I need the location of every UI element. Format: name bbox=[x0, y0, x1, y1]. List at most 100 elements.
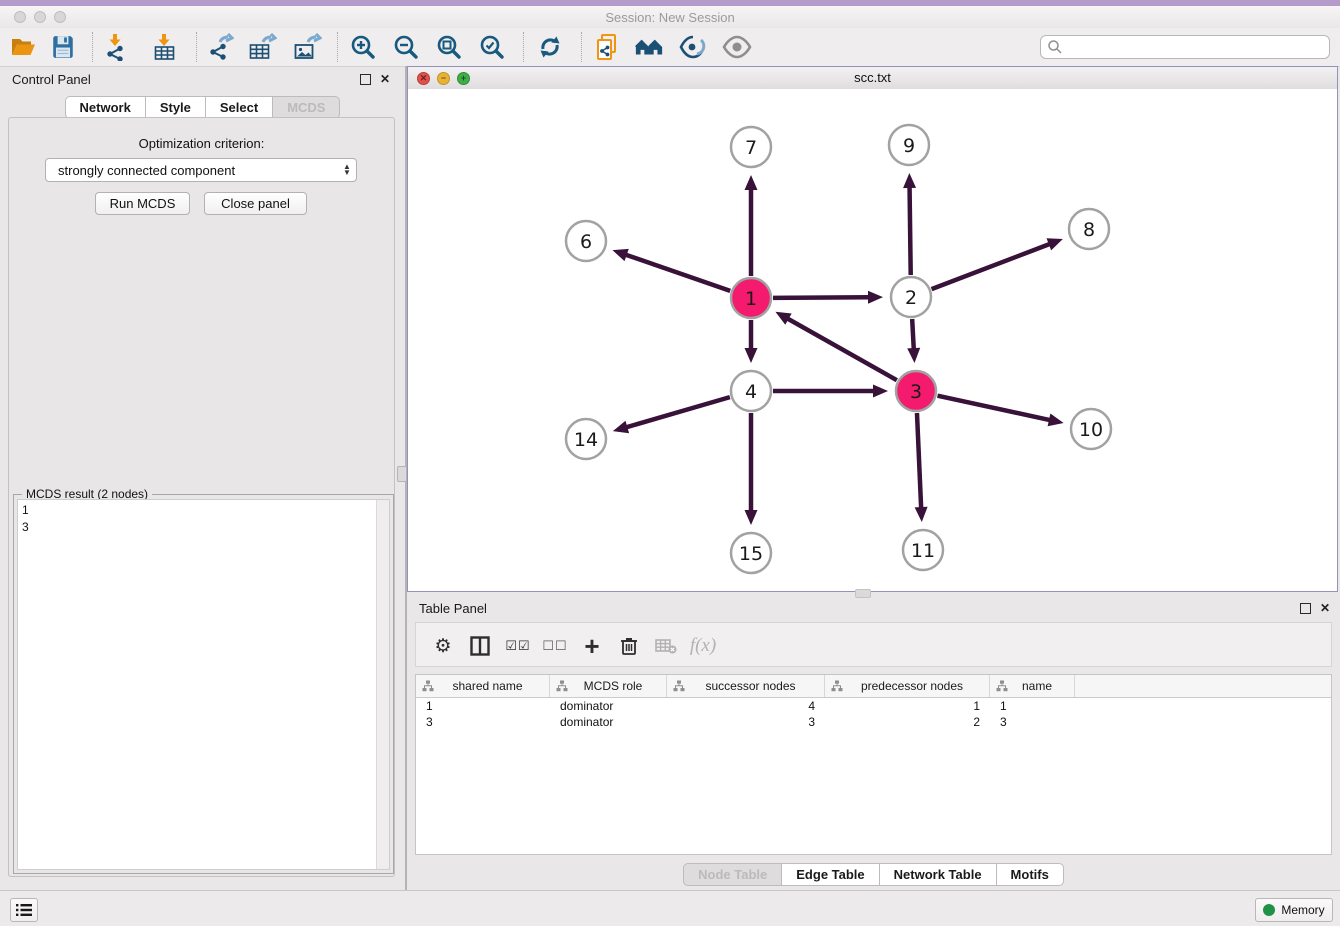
edge-2-to-8[interactable] bbox=[932, 244, 1051, 290]
edge-3-to-11[interactable] bbox=[917, 413, 921, 509]
run-mcds-button[interactable]: Run MCDS bbox=[95, 192, 190, 215]
node-label: 11 bbox=[911, 540, 935, 562]
tab-select[interactable]: Select bbox=[206, 96, 273, 119]
memory-button[interactable]: Memory bbox=[1255, 898, 1333, 922]
tab-style[interactable]: Style bbox=[146, 96, 206, 119]
table-settings-icon[interactable]: ⚙ bbox=[428, 631, 458, 661]
column-header-MCDS-role[interactable]: MCDS role bbox=[550, 675, 667, 697]
table-cell[interactable]: 3 bbox=[416, 714, 550, 730]
edge-arrowhead bbox=[907, 348, 920, 363]
network-canvas[interactable]: 7 9 6 8 1 2 4 3 14 10 15 11 bbox=[408, 89, 1337, 591]
export-table-icon[interactable] bbox=[247, 32, 277, 62]
search-field[interactable] bbox=[1040, 35, 1330, 59]
zoom-in-icon[interactable] bbox=[348, 32, 378, 62]
column-type-icon bbox=[422, 680, 434, 692]
edge-2-to-9[interactable] bbox=[910, 186, 911, 275]
table-cell[interactable]: 1 bbox=[416, 698, 550, 714]
table-row[interactable]: 3dominator323 bbox=[416, 714, 1331, 730]
table-cell[interactable]: 1 bbox=[825, 698, 990, 714]
panel-splitter-handle[interactable] bbox=[397, 466, 407, 482]
edge-2-to-3[interactable] bbox=[912, 319, 914, 350]
toolbar-separator bbox=[196, 32, 197, 62]
table-cell[interactable]: 1 bbox=[990, 698, 1075, 714]
graph-node-1[interactable]: 1 bbox=[731, 278, 771, 318]
result-scrollbar[interactable] bbox=[376, 500, 389, 869]
column-header-shared-name[interactable]: shared name bbox=[416, 675, 550, 697]
table-cell[interactable]: 3 bbox=[990, 714, 1075, 730]
column-header-successor-nodes[interactable]: successor nodes bbox=[667, 675, 825, 697]
table-toolbar: ⚙ ☑☑ ☐☐ + f(x) bbox=[415, 622, 1332, 667]
column-header-name[interactable]: name bbox=[990, 675, 1075, 697]
tab-network[interactable]: Network bbox=[65, 96, 146, 119]
memory-label: Memory bbox=[1281, 903, 1324, 917]
table-cell[interactable]: 2 bbox=[825, 714, 990, 730]
float-table-panel-icon[interactable] bbox=[1298, 601, 1312, 615]
mcds-result-textarea[interactable]: 1 3 bbox=[17, 499, 390, 870]
edge-arrowhead bbox=[1047, 238, 1063, 250]
table-row[interactable]: 1dominator411 bbox=[416, 698, 1331, 714]
graph-node-2[interactable]: 2 bbox=[891, 277, 931, 317]
deselect-all-rows-icon[interactable]: ☐☐ bbox=[540, 631, 570, 661]
list-icon bbox=[16, 903, 32, 917]
edge-3-to-1[interactable] bbox=[787, 318, 897, 380]
edge-arrowhead bbox=[612, 249, 628, 261]
graph-node-10[interactable]: 10 bbox=[1071, 409, 1111, 449]
tab-motifs[interactable]: Motifs bbox=[997, 863, 1064, 886]
toolbar-separator bbox=[523, 32, 524, 62]
refresh-icon[interactable] bbox=[535, 32, 565, 62]
edge-4-to-14[interactable] bbox=[625, 397, 730, 427]
save-session-icon[interactable] bbox=[48, 32, 78, 62]
criterion-select[interactable]: strongly connected component ▲▼ bbox=[45, 158, 357, 182]
column-type-icon bbox=[996, 680, 1008, 692]
tab-network-table[interactable]: Network Table bbox=[880, 863, 997, 886]
network-window-titlebar[interactable]: ✕ − + scc.txt bbox=[408, 67, 1337, 90]
delete-column-icon[interactable] bbox=[614, 631, 644, 661]
export-image-icon[interactable] bbox=[292, 32, 322, 62]
import-network-icon[interactable] bbox=[102, 32, 132, 62]
edge-1-to-2[interactable] bbox=[773, 297, 870, 298]
open-session-icon[interactable] bbox=[8, 32, 38, 62]
table-cell[interactable]: dominator bbox=[550, 698, 667, 714]
apply-style-icon[interactable] bbox=[678, 32, 708, 62]
clone-network-icon[interactable] bbox=[592, 32, 622, 62]
table-cell[interactable]: dominator bbox=[550, 714, 667, 730]
graph-node-7[interactable]: 7 bbox=[731, 127, 771, 167]
criterion-value: strongly connected component bbox=[46, 163, 338, 178]
search-input[interactable] bbox=[1063, 39, 1329, 55]
add-column-icon[interactable]: + bbox=[577, 631, 607, 661]
import-table-icon[interactable] bbox=[150, 32, 180, 62]
close-panel-icon[interactable]: ✕ bbox=[378, 72, 392, 86]
column-header-predecessor-nodes[interactable]: predecessor nodes bbox=[825, 675, 990, 697]
select-all-rows-icon[interactable]: ☑☑ bbox=[503, 631, 533, 661]
tab-edge-table[interactable]: Edge Table bbox=[782, 863, 879, 886]
float-panel-icon[interactable] bbox=[358, 72, 372, 86]
close-table-panel-icon[interactable]: ✕ bbox=[1318, 601, 1332, 615]
table-cell[interactable]: 4 bbox=[667, 698, 825, 714]
zoom-selected-icon[interactable] bbox=[477, 32, 507, 62]
graph-node-3[interactable]: 3 bbox=[896, 371, 936, 411]
status-bar: Memory bbox=[0, 890, 1340, 926]
graph-node-8[interactable]: 8 bbox=[1069, 209, 1109, 249]
close-panel-button[interactable]: Close panel bbox=[204, 192, 307, 215]
edge-3-to-10[interactable] bbox=[937, 396, 1050, 421]
edge-1-to-6[interactable] bbox=[625, 254, 730, 290]
export-network-icon[interactable] bbox=[205, 32, 235, 62]
graph-node-15[interactable]: 15 bbox=[731, 533, 771, 573]
first-neighbors-icon[interactable] bbox=[634, 32, 664, 62]
graph-node-4[interactable]: 4 bbox=[731, 371, 771, 411]
task-history-button[interactable] bbox=[10, 898, 38, 922]
graph-node-14[interactable]: 14 bbox=[566, 419, 606, 459]
column-layout-icon[interactable] bbox=[465, 631, 495, 661]
node-label: 8 bbox=[1083, 219, 1095, 241]
graph-node-6[interactable]: 6 bbox=[566, 221, 606, 261]
graph-node-11[interactable]: 11 bbox=[903, 530, 943, 570]
toolbar-separator bbox=[581, 32, 582, 62]
zoom-fit-icon[interactable] bbox=[434, 32, 464, 62]
zoom-out-icon[interactable] bbox=[391, 32, 421, 62]
graph-node-9[interactable]: 9 bbox=[889, 125, 929, 165]
tab-mcds[interactable]: MCDS bbox=[273, 96, 340, 119]
toolbar-separator bbox=[92, 32, 93, 62]
tab-node-table[interactable]: Node Table bbox=[683, 863, 782, 886]
table-cell[interactable]: 3 bbox=[667, 714, 825, 730]
node-label: 1 bbox=[745, 288, 757, 310]
